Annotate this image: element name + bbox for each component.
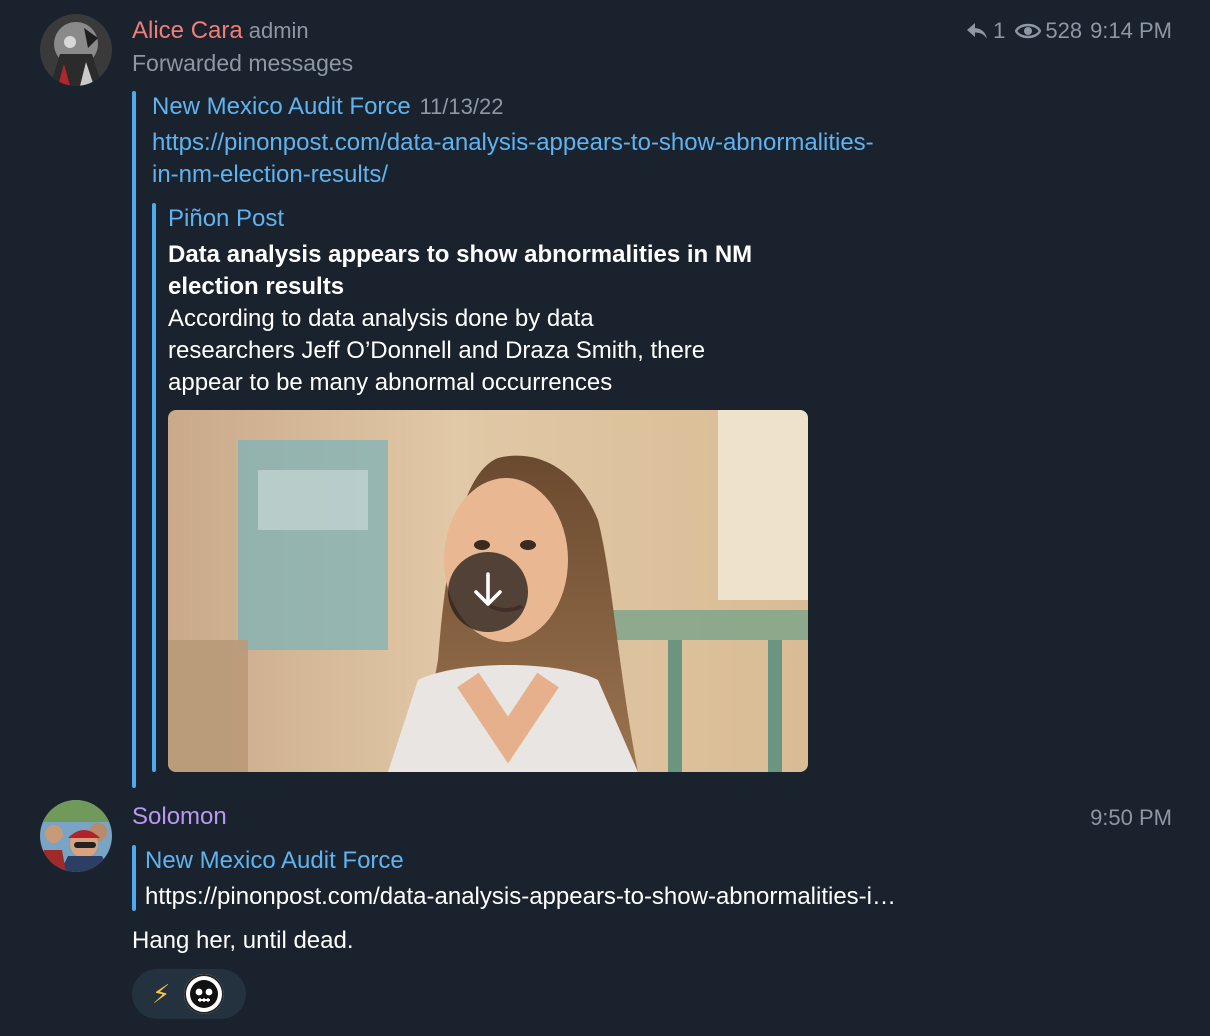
- reply-quote-bar: [132, 845, 136, 911]
- reply-text: https://pinonpost.com/data-analysis-appe…: [145, 883, 897, 910]
- reply-quote[interactable]: New Mexico Audit Force https://pinonpost…: [145, 845, 1045, 913]
- lightning-icon: ⚡: [152, 979, 171, 1009]
- message-meta: 1 528 9:14 PM: [965, 16, 1172, 46]
- message-sender[interactable]: Solomon: [132, 802, 227, 832]
- preview-description: According to data analysis done by data …: [168, 303, 752, 399]
- preview-title-line1: Data analysis appears to show abnormalit…: [168, 241, 753, 268]
- reply-count[interactable]: 1: [993, 16, 1005, 46]
- link-preview-bar: [152, 203, 156, 772]
- forward-label: Forwarded messages: [132, 50, 354, 76]
- forward-header: New Mexico Audit Force 11/13/22: [152, 91, 503, 123]
- sender-name[interactable]: Alice Cara: [132, 17, 243, 44]
- preview-title-line2: election results: [168, 273, 345, 300]
- preview-desc-line3: appear to be many abnormal occurrences: [168, 369, 613, 396]
- message-time: 9:14 PM: [1090, 18, 1172, 43]
- reaction-pill[interactable]: ⚡: [132, 969, 246, 1019]
- message-time: 9:50 PM: [1090, 805, 1172, 830]
- sender-role: admin: [248, 18, 309, 43]
- chat-view: Alice Cara admin 1 528 9:14 PM Forwarded …: [0, 0, 1210, 1036]
- preview-desc-line2: researchers Jeff O’Donnell and Draza Smi…: [168, 337, 706, 364]
- message-sender[interactable]: Alice Cara admin: [132, 16, 309, 46]
- preview-title: Data analysis appears to show abnormalit…: [168, 239, 752, 303]
- alice-avatar[interactable]: [40, 14, 112, 86]
- link-preview[interactable]: Piñon Post Data analysis appears to show…: [168, 203, 752, 399]
- forward-link-line1[interactable]: https://pinonpost.com/data-analysis-appe…: [152, 127, 874, 159]
- forward-source-name[interactable]: New Mexico Audit Force: [152, 93, 411, 120]
- download-button[interactable]: [448, 552, 528, 632]
- sender-name[interactable]: Solomon: [132, 803, 227, 830]
- reactor-avatar: [184, 974, 225, 1014]
- forward-quote-bar: [132, 91, 136, 788]
- preview-desc-line1: According to data analysis done by data: [168, 305, 594, 332]
- solomon-avatar[interactable]: [40, 800, 112, 872]
- reply-icon[interactable]: [965, 20, 989, 42]
- forward-date: 11/13/22: [419, 94, 504, 119]
- preview-site-name: Piñon Post: [168, 205, 285, 232]
- message-body: Hang her, until dead.: [132, 927, 354, 954]
- eye-icon: [1015, 21, 1042, 41]
- forward-link[interactable]: https://pinonpost.com/data-analysis-appe…: [152, 127, 874, 191]
- arrow-down-icon: [470, 570, 506, 615]
- forward-link-line2[interactable]: in-nm-election-results/: [152, 159, 874, 191]
- reply-source-name: New Mexico Audit Force: [145, 847, 404, 874]
- view-count: 528: [1045, 18, 1083, 43]
- message-meta: 9:50 PM: [1090, 803, 1172, 833]
